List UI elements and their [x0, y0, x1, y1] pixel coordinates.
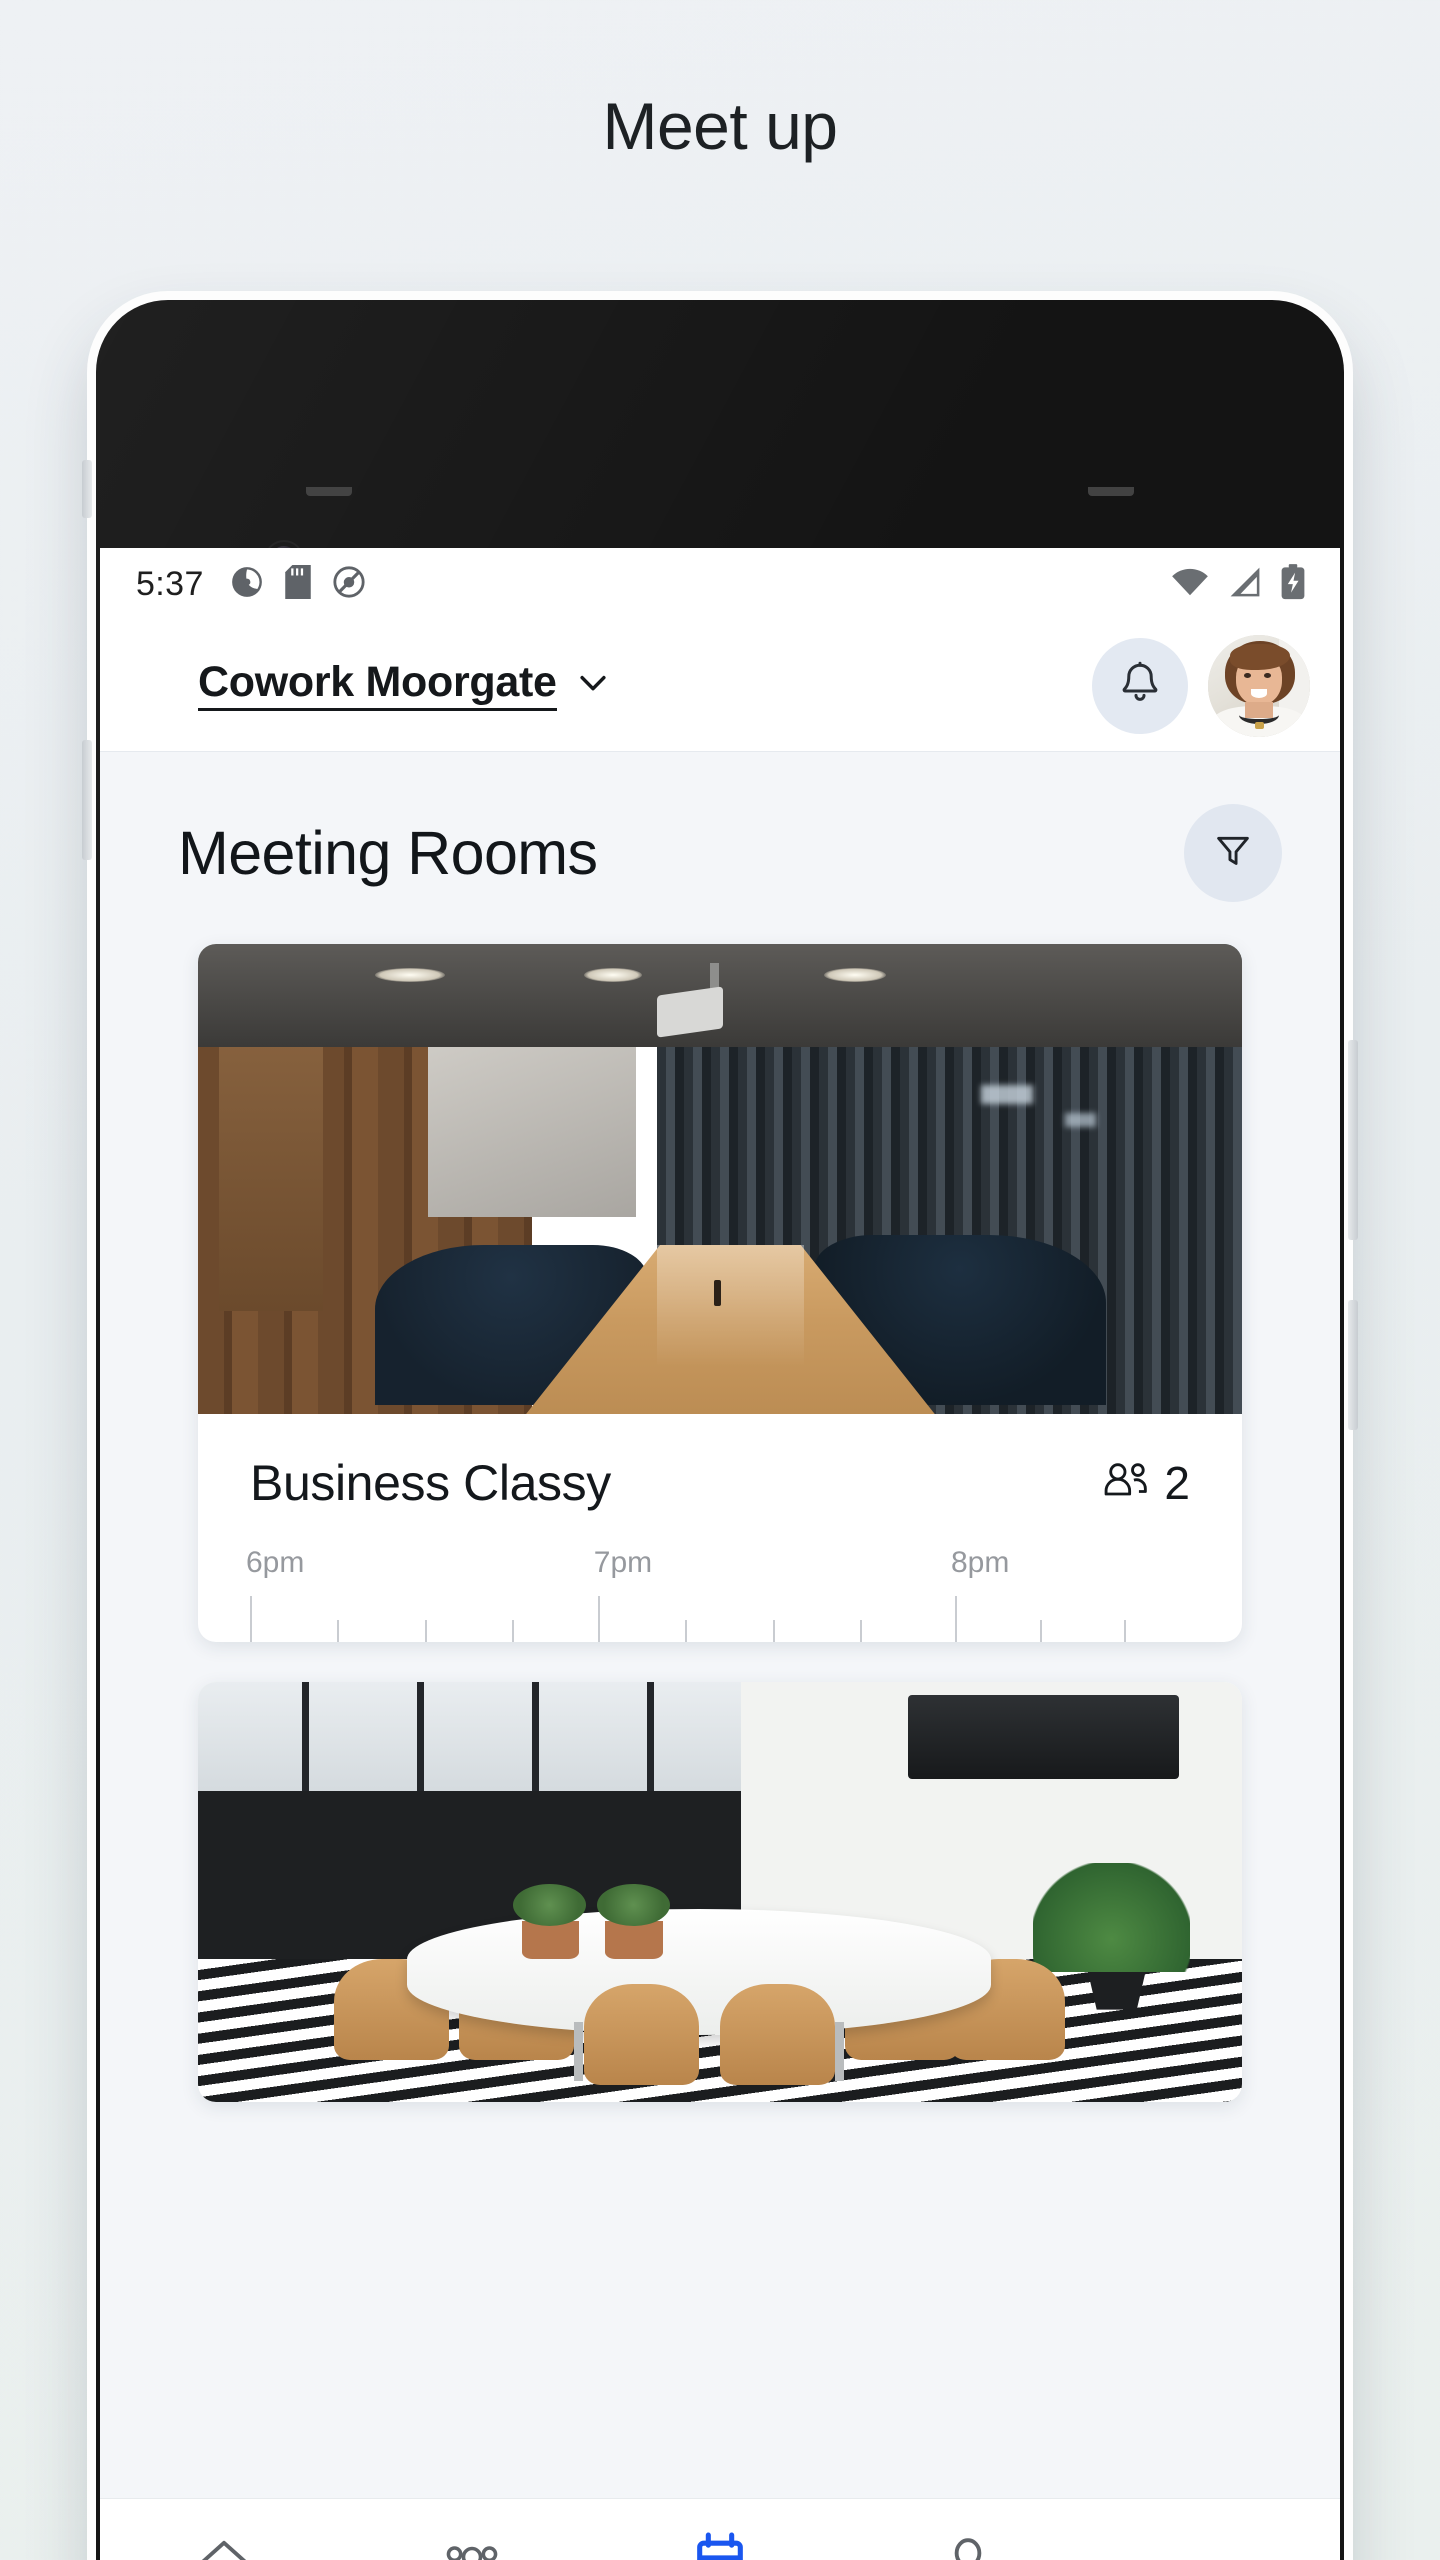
timeline-ticks — [250, 1592, 1190, 1642]
room-capacity: 2 — [1100, 1456, 1190, 1510]
camera-shutter-icon — [230, 565, 264, 604]
timeline-tick — [250, 1596, 252, 1642]
nav-item-dashboard[interactable]: Dashboard — [100, 2529, 348, 2560]
timeline-tick — [955, 1596, 957, 1642]
nav-item-account[interactable]: Account — [844, 2529, 1092, 2560]
location-name: Cowork Moorgate — [198, 660, 557, 711]
filter-icon — [1210, 828, 1256, 879]
timeline-tick — [685, 1620, 688, 1642]
timeline-tick — [597, 1596, 600, 1642]
room-card[interactable]: Business Classy 2 6pm 7pm 8pm — [198, 944, 1242, 1642]
volume-up-button[interactable] — [82, 460, 92, 518]
timeline-label: 8pm — [951, 1546, 1010, 1579]
room-photo-business-classy — [198, 944, 1242, 1414]
bottom-navigation: DashboardCommunityMeeting RoomsAccountSh… — [100, 2498, 1340, 2560]
timeline-label: 6pm — [246, 1546, 305, 1579]
location-selector[interactable]: Cowork Moorgate — [198, 660, 613, 711]
main-content: Meeting Rooms Business Classy 2 6pm 7pm … — [100, 752, 1340, 2560]
people-icon — [1100, 1456, 1150, 1510]
bell-icon — [1116, 659, 1164, 712]
notifications-button[interactable] — [1092, 637, 1188, 734]
timeline-tick — [337, 1620, 340, 1642]
status-bar-left-icons — [230, 564, 366, 604]
timeline-tick — [1124, 1620, 1127, 1642]
app-header: Cowork Moorgate — [100, 620, 1340, 752]
do-not-disturb-icon — [332, 565, 366, 604]
nav-item-show-all[interactable]: Show All — [1092, 2529, 1340, 2560]
side-button[interactable] — [1348, 1300, 1358, 1430]
section-title: Meeting Rooms — [178, 819, 598, 887]
power-button[interactable] — [1348, 1040, 1358, 1240]
timeline-tick — [860, 1620, 863, 1642]
room-capacity-value: 2 — [1164, 1457, 1190, 1509]
page-title: Meet up — [602, 89, 838, 163]
more-icon — [1185, 2529, 1247, 2560]
timeline-label: 7pm — [593, 1546, 653, 1579]
room-card[interactable] — [198, 1682, 1242, 2102]
phone-screen: 5:37 Cowork Moorgate Meeting Rooms Busin… — [100, 548, 1340, 2560]
avatar[interactable] — [1208, 634, 1310, 737]
bezel-sensor-right — [1088, 487, 1134, 496]
timeline-tick — [424, 1620, 427, 1642]
status-bar: 5:37 — [100, 548, 1340, 620]
timeline-tick — [772, 1620, 775, 1642]
status-bar-right-icons — [1170, 563, 1306, 605]
wifi-icon — [1170, 566, 1210, 603]
chevron-down-icon — [573, 663, 613, 708]
room-name: Business Classy — [250, 1455, 611, 1511]
nav-item-community[interactable]: Community — [348, 2529, 596, 2560]
timeline-tick — [1039, 1620, 1042, 1642]
phone-mockup: 5:37 Cowork Moorgate Meeting Rooms Busin… — [82, 300, 1358, 2560]
timeline-tick — [512, 1620, 515, 1642]
availability-timeline[interactable]: 6pm 7pm 8pm — [246, 1546, 1190, 1642]
bezel-sensor-left — [306, 487, 352, 496]
home-icon — [193, 2529, 255, 2560]
person-icon — [939, 2529, 997, 2560]
status-bar-time: 5:37 — [136, 564, 204, 603]
timeline-labels: 6pm 7pm 8pm — [246, 1546, 1190, 1584]
people-icon — [439, 2529, 505, 2560]
room-photo-white-room — [198, 1682, 1242, 2102]
sd-card-icon — [284, 564, 312, 604]
volume-down-button[interactable] — [82, 740, 92, 860]
section-header: Meeting Rooms — [100, 752, 1340, 944]
cellular-signal-icon — [1227, 566, 1263, 603]
filter-button[interactable] — [1184, 804, 1282, 902]
nav-item-meeting-rooms[interactable]: Meeting Rooms — [596, 2529, 844, 2560]
battery-charging-icon — [1280, 563, 1306, 605]
calendar-icon — [691, 2529, 749, 2560]
